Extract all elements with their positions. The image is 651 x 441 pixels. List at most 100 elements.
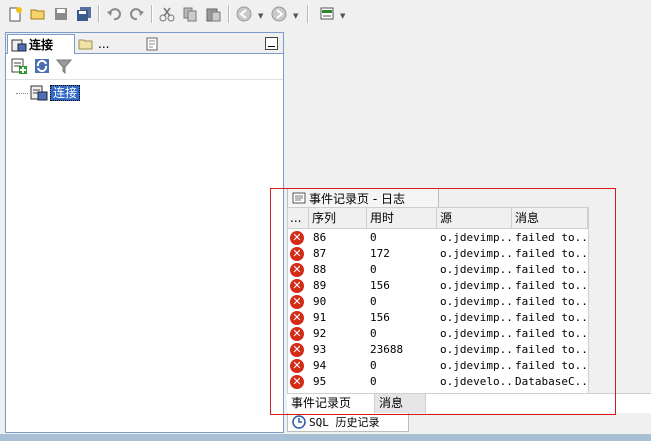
log-cell-time: 156 [370,279,390,292]
log-row[interactable]: ✕ 92 0 o.jdevimp... failed to... [288,326,588,342]
log-cell-time: 0 [370,295,377,308]
error-icon: ✕ [290,263,304,277]
copy-icon[interactable] [181,5,199,23]
new-icon[interactable] [6,5,24,23]
log-cell-message: failed to... [515,327,588,340]
column-header-sequence[interactable]: 序列 [309,208,367,228]
tab-log[interactable]: 事件记录页 - 日志 [287,188,439,207]
log-cell-source: o.jdevimp... [440,359,512,372]
subtab-events[interactable]: 事件记录页 [287,394,374,413]
log-cell-sequence: 93 [313,343,327,356]
save-icon[interactable] [52,5,70,23]
column-header-time[interactable]: 用时 [367,208,437,228]
database-connection-icon [30,85,48,101]
log-table: ... 序列 用时 源 消息 ✕ 86 0 o.jdevimp... failed to… [287,207,589,395]
subtab-messages[interactable]: 消息 [374,394,426,413]
tab-connections-label: 连接 [29,38,54,52]
log-icon [292,192,306,204]
tab-connections[interactable]: 连接 [7,34,75,54]
database-connection-icon [11,38,27,52]
log-row[interactable]: ✕ 93 23688 o.jdevimp... failed to... [288,342,588,358]
tab-sql-history[interactable]: SQL 历史记录 [287,413,409,432]
log-cell-message: failed to... [515,359,588,372]
tab-reports[interactable] [144,34,164,53]
column-header-message[interactable]: 消息 [512,208,588,228]
log-cell-message: failed to... [515,263,588,276]
error-icon: ✕ [290,343,304,357]
undo-icon[interactable] [105,5,123,23]
log-cell-message: failed to... [515,231,588,244]
error-icon: ✕ [290,359,304,373]
error-icon: ✕ [290,327,304,341]
minimize-button[interactable] [265,37,278,50]
folder-icon [78,37,94,51]
tree-node-connections[interactable]: 连接 [16,84,81,102]
reports-icon [144,37,160,51]
cut-icon[interactable] [158,5,176,23]
log-cell-sequence: 94 [313,359,327,372]
log-cell-sequence: 90 [313,295,327,308]
log-cell-time: 172 [370,247,390,260]
log-cell-source: o.jdevimp... [440,279,512,292]
log-cell-source: o.jdevimp... [440,247,512,260]
connections-tabbar: 连接 ... [6,33,283,54]
error-icon: ✕ [290,279,304,293]
log-cell-time: 0 [370,231,377,244]
refresh-icon[interactable] [34,58,50,77]
filter-icon[interactable] [55,58,73,77]
log-cell-time: 0 [370,263,377,276]
log-row[interactable]: ✕ 90 0 o.jdevimp... failed to... [288,294,588,310]
main-toolbar: ▼ ▼ ▼ [0,0,651,30]
open-icon[interactable] [29,5,47,23]
log-row[interactable]: ✕ 87 172 o.jdevimp... failed to... [288,246,588,262]
log-cell-sequence: 88 [313,263,327,276]
sql-icon[interactable] [318,5,336,23]
log-cell-time: 0 [370,359,377,372]
log-table-empty-area [589,207,651,393]
log-cell-message: DatabaseC... [515,375,588,388]
connections-tree: 连接 [6,79,283,432]
log-cell-message: failed to... [515,311,588,324]
log-row[interactable]: ✕ 95 0 o.jdevelo... DatabaseC... [288,374,588,390]
log-row[interactable]: ✕ 94 0 o.jdevimp... failed to... [288,358,588,374]
log-cell-sequence: 91 [313,311,327,324]
log-cell-source: o.jdevimp... [440,343,512,356]
log-row[interactable]: ✕ 91 156 o.jdevimp... failed to... [288,310,588,326]
log-cell-message: failed to... [515,343,588,356]
log-cell-message: failed to... [515,279,588,292]
log-cell-source: o.jdevelo... [440,375,512,388]
log-cell-sequence: 86 [313,231,327,244]
tab-files[interactable]: ... [78,34,138,53]
log-cell-source: o.jdevimp... [440,231,512,244]
paste-icon[interactable] [204,5,222,23]
status-bar [0,434,651,441]
clock-icon [292,415,306,429]
back-icon[interactable] [235,5,253,23]
error-icon: ✕ [290,231,304,245]
tab-files-label: ... [98,36,110,51]
log-tab-title: 事件记录页 - 日志 [309,191,405,206]
save-all-icon[interactable] [75,5,93,23]
log-cell-time: 0 [370,327,377,340]
column-header-icon[interactable]: ... [288,208,309,228]
log-table-header: ... 序列 用时 源 消息 [288,208,588,229]
log-cell-sequence: 92 [313,327,327,340]
forward-icon[interactable] [270,5,288,23]
log-row[interactable]: ✕ 86 0 o.jdevimp... failed to... [288,230,588,246]
log-cell-sequence: 95 [313,375,327,388]
log-cell-source: o.jdevimp... [440,311,512,324]
log-cell-source: o.jdevimp... [440,327,512,340]
log-cell-sequence: 89 [313,279,327,292]
column-header-source[interactable]: 源 [437,208,512,228]
redo-icon[interactable] [128,5,146,23]
log-row[interactable]: ✕ 88 0 o.jdevimp... failed to... [288,262,588,278]
log-cell-source: o.jdevimp... [440,295,512,308]
add-connection-icon[interactable] [11,58,27,77]
connections-toolbar [6,54,283,78]
error-icon: ✕ [290,311,304,325]
log-row[interactable]: ✕ 89 156 o.jdevimp... failed to... [288,278,588,294]
log-cell-sequence: 87 [313,247,327,260]
sql-history-label: SQL 历史记录 [309,416,380,429]
error-icon: ✕ [290,247,304,261]
log-cell-time: 23688 [370,343,404,356]
